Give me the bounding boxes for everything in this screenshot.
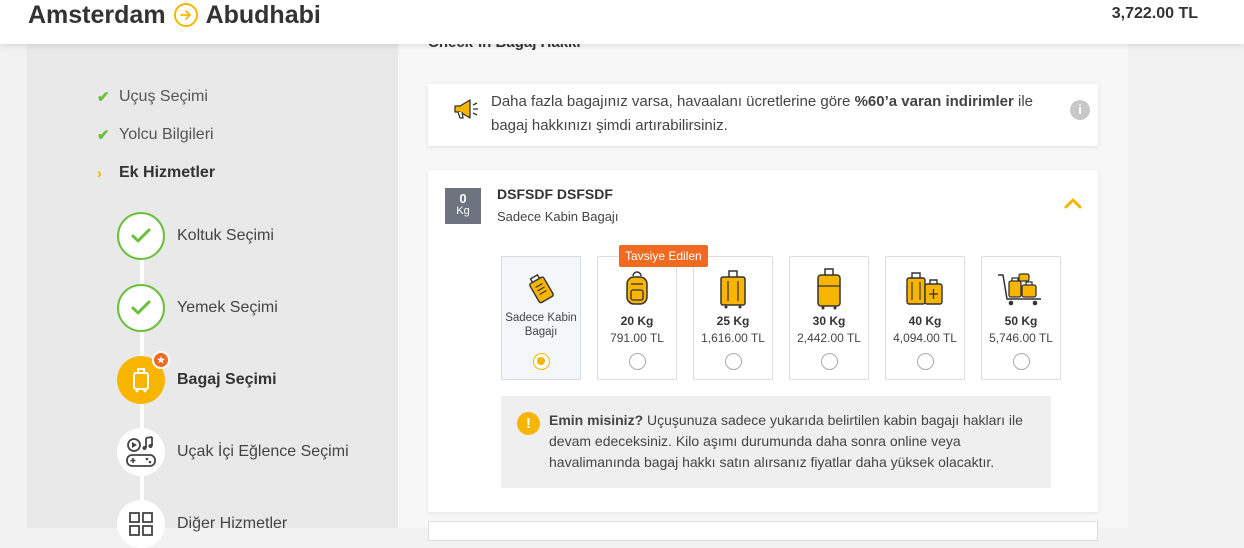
- substep-other[interactable]: Diğer Hizmetler: [117, 500, 287, 548]
- star-icon: ★: [152, 351, 170, 369]
- check-icon: [117, 284, 165, 332]
- next-card-edge: [428, 521, 1098, 541]
- substep-entertainment[interactable]: Uçak İçi Eğlence Seçimi: [117, 428, 349, 476]
- luggage-icon: ★: [117, 351, 170, 404]
- substep-baggage[interactable]: ★ Bagaj Seçimi: [117, 351, 277, 404]
- option-kg: 50 Kg: [1004, 314, 1038, 328]
- option-radio[interactable]: [725, 353, 742, 370]
- step-label: Ek Hizmetler: [119, 164, 216, 181]
- suitcase-icon: [694, 265, 772, 313]
- warning-text: Emin misiniz? Uçuşunuza sadece yukarıda …: [549, 410, 1039, 473]
- check-icon: [117, 212, 165, 260]
- recommended-badge: Tavsiye Edilen: [619, 245, 708, 267]
- upsell-info-box: Daha fazla bagajınız varsa, havaalanı üc…: [428, 84, 1098, 146]
- option-price: 791.00 TL: [610, 331, 664, 345]
- step-label: Yolcu Bilgileri: [119, 126, 214, 143]
- upsell-text-prefix: Daha fazla bagajınız varsa, havaalanı üc…: [491, 93, 855, 110]
- upsell-text: Daha fazla bagajınız varsa, havaalanı üc…: [491, 90, 1061, 138]
- upsell-highlight: %60’a varan indirimler: [854, 93, 1014, 110]
- option-kg: 20 Kg: [620, 314, 654, 328]
- check-icon: ✔: [97, 127, 110, 144]
- substep-label: Uçak İçi Eğlence Seçimi: [177, 443, 349, 460]
- check-icon: ✔: [97, 89, 110, 106]
- cabin-bag-icon: [502, 265, 580, 313]
- chevron-up-icon[interactable]: [1064, 196, 1082, 214]
- chevron-right-icon: ›: [97, 164, 102, 182]
- progress-sidebar: ✔ Uçuş Seçimi ✔ Yolcu Bilgileri › Ek Hiz…: [27, 44, 398, 548]
- substep-label: Diğer Hizmetler: [177, 515, 288, 532]
- option-radio[interactable]: [1013, 353, 1030, 370]
- two-suitcases-icon: [886, 265, 964, 313]
- option-label: Sadece Kabin Bagajı: [505, 312, 577, 338]
- option-price: 4,094.00 TL: [893, 331, 957, 345]
- step-extra-services[interactable]: › Ek Hizmetler: [97, 164, 215, 182]
- route: Amsterdam Abudhabi: [28, 0, 321, 30]
- destination-city: Abudhabi: [205, 0, 321, 29]
- grid-icon: [117, 500, 165, 548]
- option-radio[interactable]: [821, 353, 838, 370]
- cabin-only-warning: ! Emin misiniz? Uçuşunuza sadece yukarıd…: [501, 396, 1051, 488]
- passenger-baggage-card: 0 Kg DSFSDF DSFSDF Sadece Kabin Bagajı T…: [428, 170, 1098, 512]
- option-price: 2,442.00 TL: [797, 331, 861, 345]
- option-price: 5,746.00 TL: [989, 331, 1053, 345]
- baggage-option-40kg[interactable]: 40 Kg 4,094.00 TL: [885, 256, 965, 380]
- substep-label: Koltuk Seçimi: [177, 227, 274, 244]
- option-radio[interactable]: [917, 353, 934, 370]
- exclamation-icon: !: [517, 412, 540, 435]
- info-icon[interactable]: i: [1070, 100, 1090, 120]
- backpack-icon: [598, 265, 676, 313]
- option-kg: 40 Kg: [908, 314, 942, 328]
- entertainment-icon: [117, 428, 165, 476]
- step-flight-selection[interactable]: ✔ Uçuş Seçimi: [97, 88, 208, 106]
- warning-title: Emin misiniz?: [549, 412, 644, 428]
- kg-value: 0: [459, 191, 467, 206]
- baggage-option-20kg[interactable]: 20 Kg 791.00 TL: [597, 256, 677, 380]
- option-kg: 25 Kg: [716, 314, 750, 328]
- top-bar: Amsterdam Abudhabi 3,722.00 TL: [0, 0, 1244, 44]
- luggage-cart-icon: [982, 265, 1060, 313]
- megaphone-icon: [452, 98, 480, 128]
- baggage-panel: Check-in Bagaj Hakkı Daha fazla bagajını…: [398, 34, 1128, 541]
- substep-label: Yemek Seçimi: [177, 299, 278, 316]
- passenger-allowance: Sadece Kabin Bagajı: [497, 209, 619, 224]
- substep-seat[interactable]: Koltuk Seçimi: [117, 212, 274, 260]
- option-radio[interactable]: [629, 353, 646, 370]
- substep-meal[interactable]: Yemek Seçimi: [117, 284, 278, 332]
- baggage-option-cabin-only[interactable]: Sadece Kabin Bagajı: [501, 256, 581, 380]
- option-kg: 30 Kg: [812, 314, 846, 328]
- baggage-option-50kg[interactable]: 50 Kg 5,746.00 TL: [981, 256, 1061, 380]
- arrow-right-icon: [173, 3, 198, 27]
- origin-city: Amsterdam: [28, 0, 166, 29]
- step-label: Uçuş Seçimi: [119, 88, 208, 105]
- baggage-option-30kg[interactable]: 30 Kg 2,442.00 TL: [789, 256, 869, 380]
- current-kg-badge: 0 Kg: [445, 188, 481, 224]
- option-radio[interactable]: [533, 353, 550, 370]
- kg-unit: Kg: [456, 205, 470, 217]
- passenger-name: DSFSDF DSFSDF: [497, 186, 613, 202]
- baggage-option-25kg[interactable]: 25 Kg 1,616.00 TL: [693, 256, 773, 380]
- suitcase-icon: [790, 265, 868, 313]
- step-passenger-info[interactable]: ✔ Yolcu Bilgileri: [97, 126, 214, 144]
- option-price: 1,616.00 TL: [701, 331, 765, 345]
- substep-label: Bagaj Seçimi: [177, 371, 277, 388]
- total-price: 3,722.00 TL: [1111, 5, 1198, 22]
